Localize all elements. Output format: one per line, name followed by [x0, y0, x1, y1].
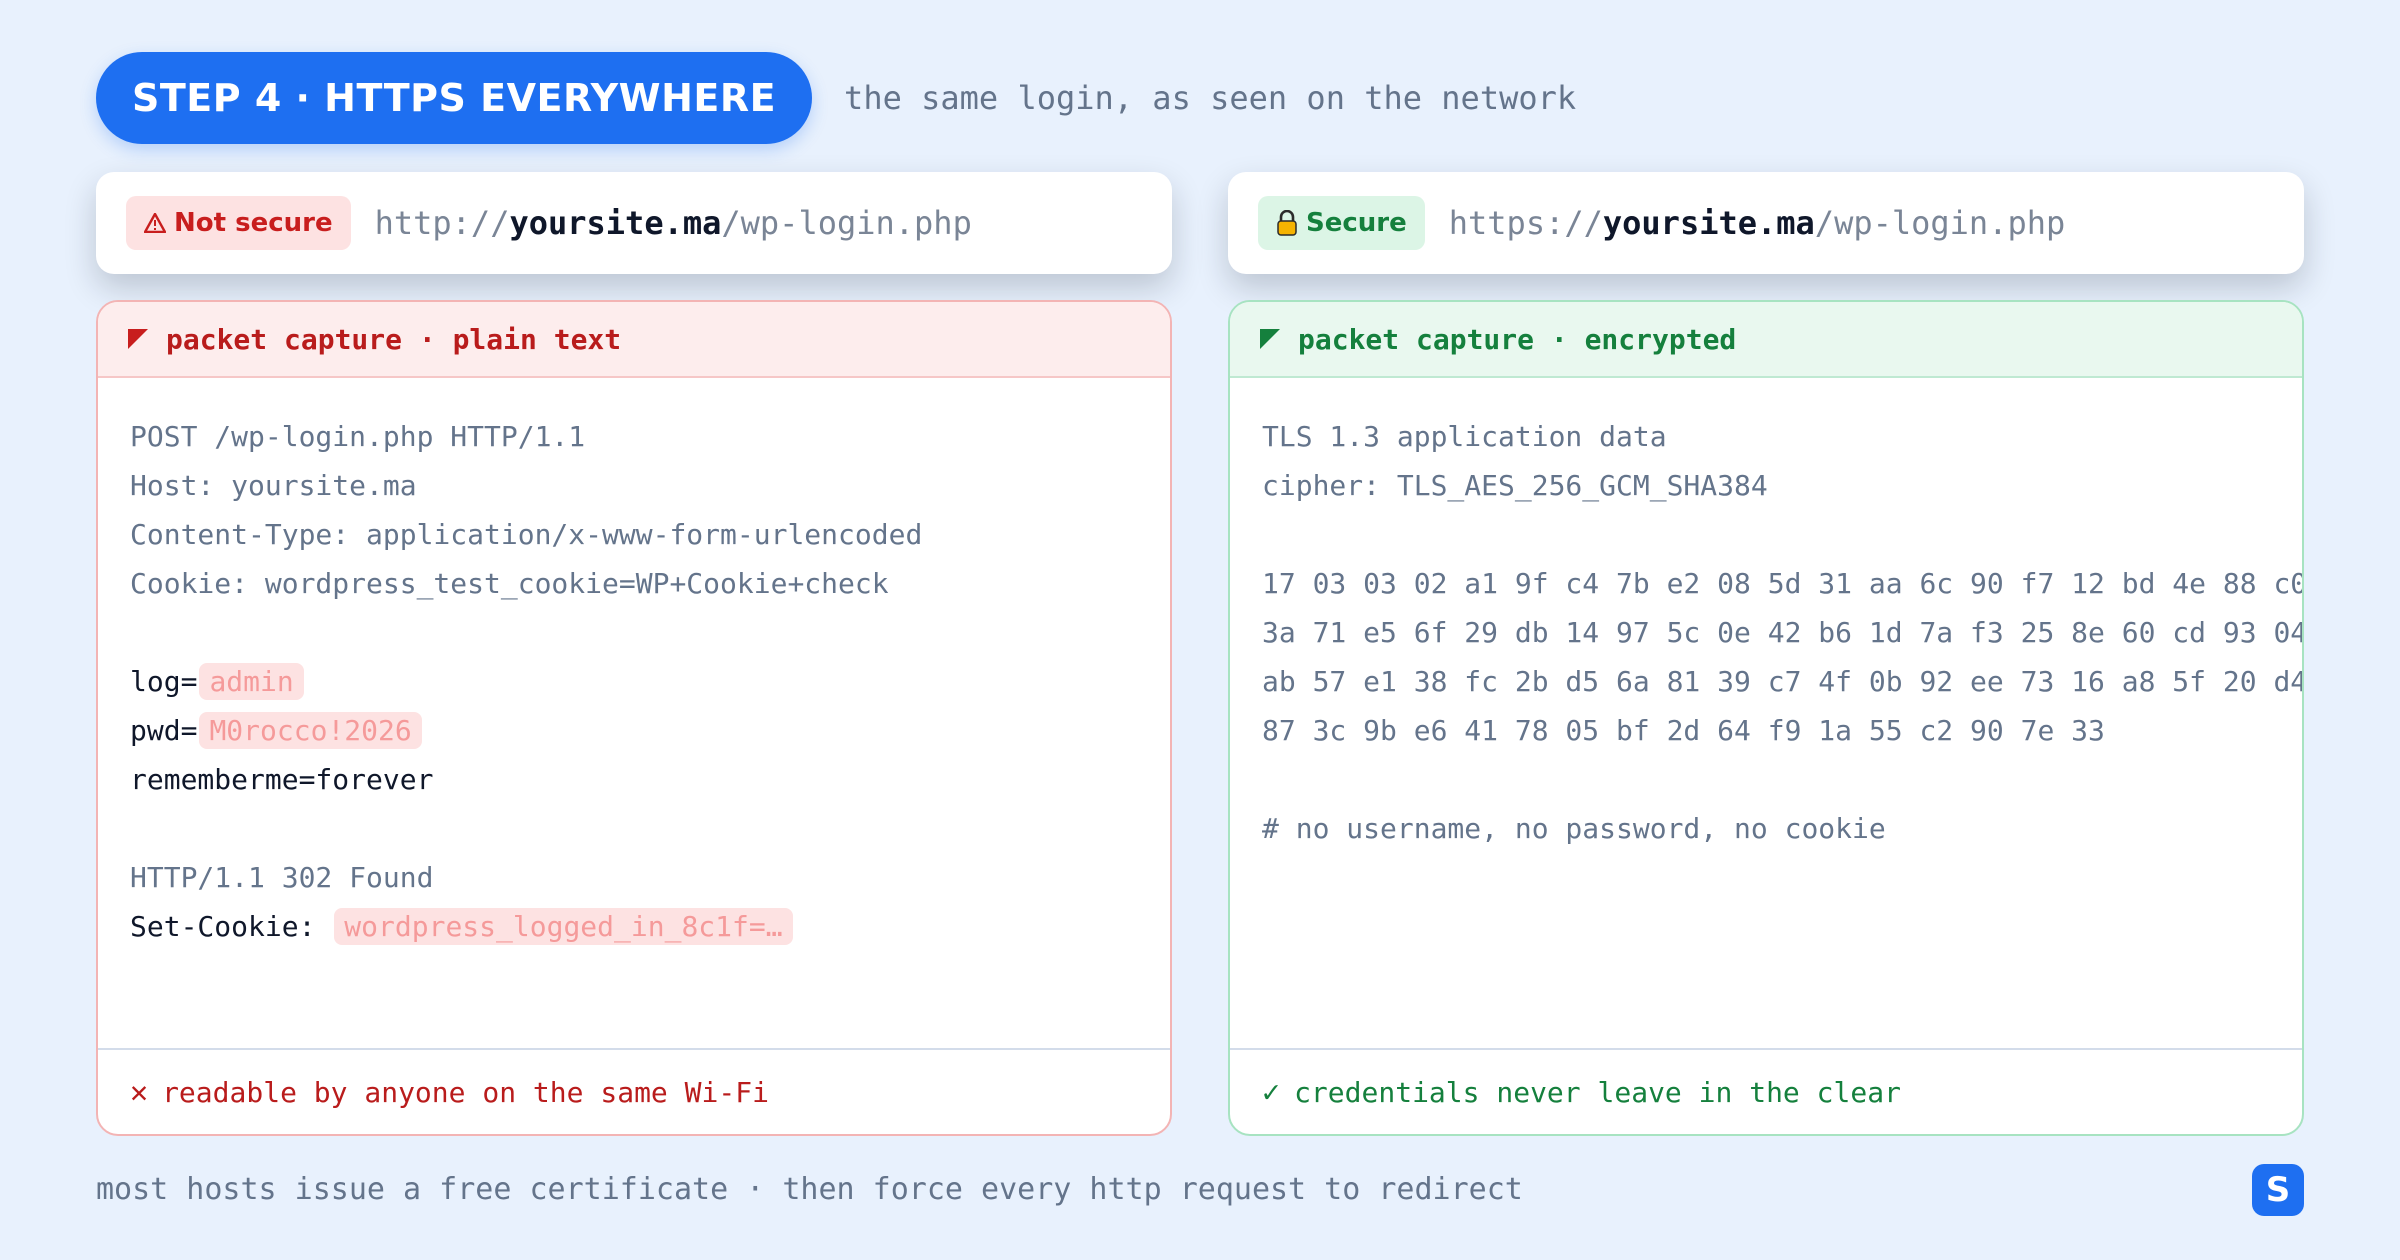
tls-info: TLS 1.3 application data: [1262, 420, 1667, 453]
set-cookie-header: Set-Cookie: wordpress_logged_in_8c1f=…: [130, 902, 1138, 951]
hex-row: ab 57 e1 38 fc 2b d5 6a 81 39 c7 4f 0b 9…: [1262, 665, 2304, 698]
panel-footer: ✕ readable by anyone on the same Wi-Fi: [98, 1048, 1170, 1134]
brand-logo: S: [2252, 1164, 2304, 1216]
cipher-info: cipher: TLS_AES_256_GCM_SHA384: [1262, 469, 1768, 502]
not-secure-badge[interactable]: Not secure: [126, 196, 351, 250]
host-header: Host: yoursite.ma: [130, 469, 417, 502]
url-domain: yoursite.ma: [1602, 204, 1815, 242]
session-cookie-value: wordpress_logged_in_8c1f=…: [334, 908, 793, 945]
capture-content: TLS 1.3 application data cipher: TLS_AES…: [1230, 378, 2302, 853]
rememberme-param: rememberme=forever: [130, 763, 434, 796]
not-secure-label: Not secure: [174, 208, 333, 238]
encrypted-capture-panel: packet capture · encrypted TLS 1.3 appli…: [1228, 300, 2304, 1136]
password-value: M0rocco!2026: [199, 712, 422, 749]
corner-flag-icon: [1260, 329, 1280, 349]
secure-label: Secure: [1306, 208, 1407, 238]
response-status: HTTP/1.1 302 Found: [130, 861, 434, 894]
panel-header: packet capture · encrypted: [1230, 302, 2302, 378]
hex-row: 17 03 03 02 a1 9f c4 7b e2 08 5d 31 aa 6…: [1262, 567, 2304, 600]
insecure-url[interactable]: http://yoursite.ma/wp-login.php: [375, 204, 972, 242]
panel-footer: ✓ credentials never leave in the clear: [1230, 1048, 2302, 1134]
warning-icon: [144, 213, 166, 233]
comment-line: # no username, no password, no cookie: [1262, 812, 1886, 845]
secure-address-bar[interactable]: Secure https://yoursite.ma/wp-login.php: [1228, 172, 2304, 274]
panel-header: packet capture · plain text: [98, 302, 1170, 378]
url-scheme: https://: [1448, 204, 1603, 242]
panel-title: packet capture · plain text: [166, 322, 622, 356]
step-badge: STEP 4 · HTTPS EVERYWHERE: [96, 52, 813, 144]
username-value: admin: [199, 663, 304, 700]
insecure-address-bar[interactable]: Not secure http://yoursite.ma/wp-login.p…: [96, 172, 1172, 274]
secure-url[interactable]: https://yoursite.ma/wp-login.php: [1449, 204, 2066, 242]
url-path: /wp-login.php: [1814, 204, 2066, 242]
log-param: log= admin: [130, 657, 1138, 706]
secure-badge[interactable]: Secure: [1258, 196, 1425, 250]
corner-flag-icon: [128, 329, 148, 349]
cross-icon: ✕: [130, 1074, 149, 1110]
page-subtitle: the same login, as seen on the network: [844, 79, 1577, 117]
header: STEP 4 · HTTPS EVERYWHERE the same login…: [96, 52, 1576, 144]
plain-text-capture-panel: packet capture · plain text POST /wp-log…: [96, 300, 1172, 1136]
request-line: POST /wp-login.php HTTP/1.1: [130, 420, 586, 453]
hex-row: 87 3c 9b e6 41 78 05 bf 2d 64 f9 1a 55 c…: [1262, 714, 2105, 747]
cookie-header: Cookie: wordpress_test_cookie=WP+Cookie+…: [130, 567, 889, 600]
panel-title: packet capture · encrypted: [1298, 322, 1737, 356]
check-icon: ✓: [1262, 1074, 1281, 1110]
url-path: /wp-login.php: [721, 204, 972, 242]
bottom-note: most hosts issue a free certificate · th…: [96, 1172, 1523, 1207]
url-domain: yoursite.ma: [509, 204, 722, 242]
pwd-param: pwd= M0rocco!2026: [130, 706, 1138, 755]
capture-content: POST /wp-login.php HTTP/1.1 Host: yoursi…: [98, 378, 1170, 951]
content-type-header: Content-Type: application/x-www-form-url…: [130, 518, 923, 551]
lock-icon: [1276, 210, 1298, 236]
url-scheme: http://: [374, 204, 510, 242]
footer-text: readable by anyone on the same Wi-Fi: [162, 1075, 769, 1109]
footer-text: credentials never leave in the clear: [1294, 1075, 1901, 1109]
hex-row: 3a 71 e5 6f 29 db 14 97 5c 0e 42 b6 1d 7…: [1262, 616, 2304, 649]
